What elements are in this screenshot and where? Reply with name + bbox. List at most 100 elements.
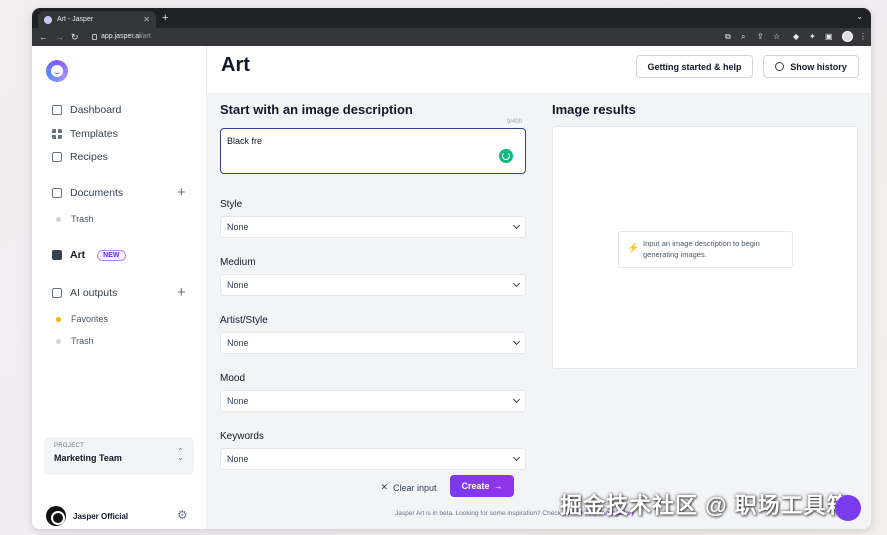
address-bar: ← → ↻ app.jasper.ai/art ⧉ ⌕ ⇪ ☆ ◆ ✦ ▣ ⋮ bbox=[32, 28, 871, 46]
forward-icon[interactable]: → bbox=[55, 31, 64, 43]
help-chat-button[interactable] bbox=[835, 495, 861, 521]
sidebar-item-documents[interactable]: Documents bbox=[52, 187, 123, 199]
page-header: Art Getting started & help Show history bbox=[207, 46, 871, 94]
style-value: None bbox=[227, 222, 249, 232]
character-counter: 9/400 bbox=[507, 119, 523, 125]
form-title: Start with an image description bbox=[220, 102, 413, 117]
style-label: Style bbox=[220, 199, 243, 210]
mood-select[interactable]: None bbox=[220, 390, 526, 412]
sidebar: Dashboard Templates Recipes Documents + … bbox=[32, 46, 207, 529]
puzzle-icon[interactable]: ✦ bbox=[809, 32, 816, 42]
sidebar-item-label: AI outputs bbox=[70, 287, 118, 299]
sidebar-item-label: Templates bbox=[70, 128, 118, 140]
description-value: Black fre bbox=[227, 136, 263, 146]
folder-icon bbox=[52, 288, 62, 298]
sidebar-item-art[interactable]: Art NEW bbox=[52, 249, 126, 261]
create-label: Create bbox=[461, 481, 490, 491]
reload-icon[interactable]: ↻ bbox=[71, 31, 79, 43]
hint-text: Input an image description to begin gene… bbox=[643, 239, 760, 259]
avatar bbox=[46, 506, 66, 526]
show-history-label: Show history bbox=[790, 61, 847, 72]
jasper-app: Dashboard Templates Recipes Documents + … bbox=[32, 46, 871, 529]
lock-icon bbox=[92, 33, 97, 40]
artist-style-label: Artist/Style bbox=[220, 315, 268, 326]
artist-style-select[interactable]: None bbox=[220, 332, 526, 354]
menu-icon[interactable]: ⋮ bbox=[859, 32, 867, 42]
user-profile[interactable]: Jasper Official bbox=[46, 506, 128, 526]
browser-tab[interactable]: Art - Jasper ✕ bbox=[38, 11, 156, 28]
help-button[interactable]: Getting started & help bbox=[636, 55, 753, 78]
chevron-down-icon bbox=[512, 221, 521, 230]
sidebar-item-templates[interactable]: Templates bbox=[52, 128, 118, 140]
sidebar-item-label: Art bbox=[70, 249, 86, 261]
url-domain: app.jasper.ai bbox=[101, 33, 141, 40]
sidebar-item-label: Recipes bbox=[70, 151, 108, 163]
gear-icon[interactable]: ⚙ bbox=[177, 508, 188, 522]
beta-note-text: Jasper Art is in beta. Looking for some … bbox=[395, 510, 583, 517]
browser-tabbar: Art - Jasper ✕ + ⌄ bbox=[32, 8, 871, 28]
main-content: Art Getting started & help Show history … bbox=[207, 46, 871, 529]
url-field[interactable]: app.jasper.ai/art bbox=[92, 33, 151, 40]
sidebar-item-label: Dashboard bbox=[70, 104, 122, 116]
chevron-down-icon bbox=[512, 337, 521, 346]
sidepanel-icon[interactable]: ▣ bbox=[825, 32, 833, 42]
trash-dot-icon bbox=[56, 338, 61, 344]
new-tab-icon[interactable]: + bbox=[162, 11, 168, 25]
results-area: ⚡ Input an image description to begin ge… bbox=[552, 126, 858, 369]
sidebar-item-label: Trash bbox=[71, 336, 94, 346]
chevron-down-icon bbox=[512, 279, 521, 288]
share-icon[interactable]: ⇪ bbox=[757, 32, 764, 42]
description-input[interactable]: Black fre bbox=[220, 128, 526, 174]
image-icon bbox=[52, 250, 62, 260]
artist-style-value: None bbox=[227, 338, 249, 348]
grid-icon bbox=[52, 129, 62, 139]
chevron-updown-icon: ⌃ ⌄ bbox=[177, 447, 184, 462]
sidebar-item-ai-outputs[interactable]: AI outputs bbox=[52, 287, 117, 299]
new-badge: NEW bbox=[97, 249, 126, 261]
medium-value: None bbox=[227, 280, 249, 290]
empty-state-hint: ⚡ Input an image description to begin ge… bbox=[618, 231, 793, 268]
user-name: Jasper Official bbox=[73, 511, 129, 521]
sidebar-item-label: Trash bbox=[71, 214, 94, 224]
url-path: /art bbox=[140, 33, 151, 40]
profile-avatar[interactable] bbox=[842, 31, 853, 42]
sidebar-item-dashboard[interactable]: Dashboard bbox=[52, 104, 121, 116]
favicon-icon bbox=[44, 15, 52, 24]
keywords-select[interactable]: None bbox=[220, 448, 526, 470]
close-tab-icon[interactable]: ✕ bbox=[143, 15, 150, 24]
mood-value: None bbox=[227, 396, 249, 406]
sidebar-item-documents-trash[interactable]: Trash bbox=[56, 214, 94, 224]
tab-title: Art - Jasper bbox=[57, 16, 94, 23]
tab-search-icon[interactable]: ⌄ bbox=[856, 12, 863, 21]
add-document-icon[interactable]: + bbox=[177, 185, 186, 200]
loading-spinner-icon bbox=[499, 149, 513, 163]
recipe-icon bbox=[52, 152, 62, 162]
browser-window: Art - Jasper ✕ + ⌄ ← → ↻ app.jasper.ai/a… bbox=[32, 8, 871, 529]
sidebar-item-recipes[interactable]: Recipes bbox=[52, 151, 108, 163]
bookmark-icon[interactable]: ☆ bbox=[773, 32, 780, 42]
form-panel: Start with an image description 9/400 Bl… bbox=[220, 102, 526, 470]
extension-icon[interactable]: ◆ bbox=[793, 32, 799, 42]
lightning-icon: ⚡ bbox=[627, 243, 640, 254]
arrow-right-icon: → bbox=[493, 481, 503, 491]
sidebar-item-outputs-trash[interactable]: Trash bbox=[56, 336, 94, 346]
page-title: Art bbox=[221, 54, 250, 76]
sidebar-item-favorites[interactable]: Favorites bbox=[56, 314, 108, 324]
back-icon[interactable]: ← bbox=[39, 31, 48, 43]
zoom-icon[interactable]: ⌕ bbox=[741, 32, 745, 42]
clear-input-button[interactable]: ✕ Clear input bbox=[371, 477, 446, 498]
document-icon bbox=[52, 188, 62, 198]
home-icon bbox=[52, 105, 62, 115]
clear-input-label: Clear input bbox=[393, 482, 437, 493]
results-title: Image results bbox=[552, 102, 636, 117]
close-icon: ✕ bbox=[380, 482, 388, 492]
medium-select[interactable]: None bbox=[220, 274, 526, 296]
add-output-icon[interactable]: + bbox=[177, 285, 186, 300]
jasper-logo[interactable] bbox=[46, 60, 68, 82]
style-select[interactable]: None bbox=[220, 216, 526, 238]
project-switcher[interactable]: PROJECT Marketing Team ⌃ ⌄ bbox=[44, 437, 194, 475]
watermark: 掘金技术社区 @ 职场工具箱 bbox=[560, 493, 850, 518]
create-button[interactable]: Create → bbox=[450, 475, 514, 497]
install-icon[interactable]: ⧉ bbox=[725, 32, 731, 42]
show-history-button[interactable]: Show history bbox=[763, 55, 859, 78]
